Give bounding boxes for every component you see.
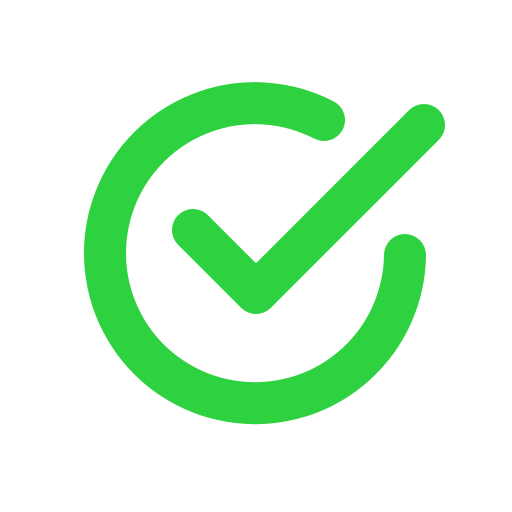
check-circle-icon (84, 82, 445, 425)
icon-canvas (0, 0, 512, 512)
circle-ring (84, 82, 426, 425)
